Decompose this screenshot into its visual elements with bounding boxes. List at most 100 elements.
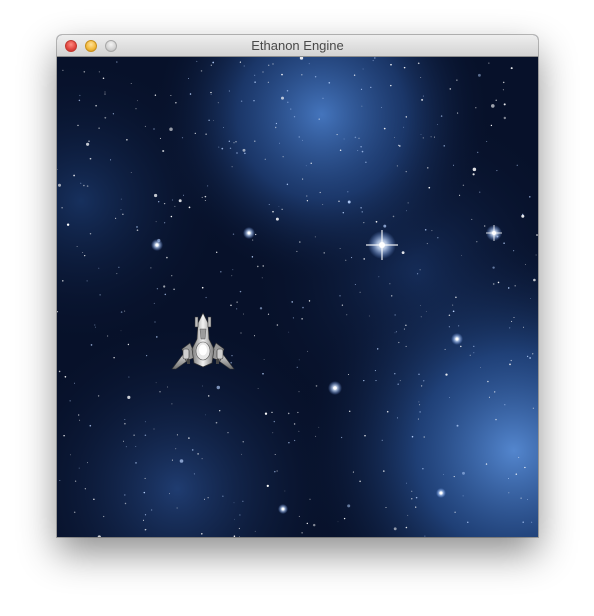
star [425, 311, 427, 312]
star [204, 195, 207, 198]
star [418, 373, 420, 376]
star [485, 463, 488, 465]
star [477, 151, 479, 154]
star [264, 412, 268, 415]
star [456, 424, 459, 427]
star [150, 267, 152, 269]
bright-star [451, 333, 463, 345]
star [118, 266, 120, 268]
star [176, 434, 178, 436]
star [374, 370, 376, 372]
star [69, 400, 71, 402]
star [61, 207, 63, 209]
star [301, 318, 303, 320]
star [136, 229, 139, 232]
star [531, 521, 533, 523]
star [163, 285, 166, 288]
star [532, 353, 534, 355]
star [229, 147, 232, 150]
star [510, 359, 512, 362]
star [319, 191, 321, 194]
star [288, 331, 290, 333]
star [529, 196, 531, 198]
star [405, 324, 407, 326]
star [267, 313, 270, 315]
star [301, 74, 303, 76]
star [163, 202, 166, 205]
star [122, 213, 124, 215]
star [232, 269, 234, 271]
star [102, 77, 105, 80]
star [509, 363, 511, 366]
star [347, 373, 350, 376]
star [533, 278, 536, 282]
star [310, 162, 312, 164]
star [200, 532, 203, 535]
title-bar[interactable]: Ethanon Engine [57, 35, 538, 57]
star [347, 191, 349, 193]
star [110, 159, 112, 161]
star [420, 385, 423, 387]
star [153, 128, 155, 130]
star [154, 321, 156, 323]
star [176, 507, 178, 509]
star [419, 411, 421, 413]
star [233, 535, 236, 537]
star [86, 280, 88, 282]
star [341, 304, 344, 306]
star [372, 59, 374, 62]
star [469, 354, 471, 356]
star [268, 204, 270, 206]
star [467, 521, 469, 523]
star [394, 314, 396, 316]
star [146, 355, 148, 357]
star [368, 315, 370, 317]
star [394, 373, 396, 375]
star [171, 275, 173, 277]
star [364, 435, 366, 437]
star [74, 382, 75, 384]
star [322, 204, 324, 205]
star [202, 385, 203, 387]
star [345, 259, 347, 261]
star [169, 493, 171, 495]
star [510, 67, 513, 70]
star [170, 215, 173, 218]
star [424, 535, 426, 537]
star [417, 62, 420, 65]
star [458, 325, 460, 327]
star [167, 386, 169, 388]
star [492, 266, 495, 269]
star [442, 473, 444, 475]
star [252, 239, 254, 241]
star [227, 432, 229, 434]
star [363, 258, 366, 260]
star [188, 437, 190, 439]
game-canvas[interactable] [57, 57, 538, 537]
star [266, 484, 269, 488]
star [262, 71, 264, 73]
star [171, 403, 173, 405]
star [124, 310, 126, 312]
star [515, 473, 518, 475]
star [448, 314, 451, 317]
star [254, 335, 255, 337]
star [90, 344, 93, 346]
star [338, 200, 340, 203]
star [216, 251, 218, 253]
star [293, 116, 296, 118]
star [315, 435, 317, 437]
star [236, 301, 238, 303]
star [521, 213, 524, 216]
star [63, 434, 65, 437]
star [376, 348, 379, 350]
bright-star [328, 381, 342, 395]
star [389, 283, 391, 285]
star [274, 453, 276, 456]
star [257, 265, 259, 268]
star [169, 127, 173, 132]
star [223, 127, 225, 129]
star [120, 209, 122, 211]
star [259, 307, 263, 310]
star [449, 88, 452, 90]
